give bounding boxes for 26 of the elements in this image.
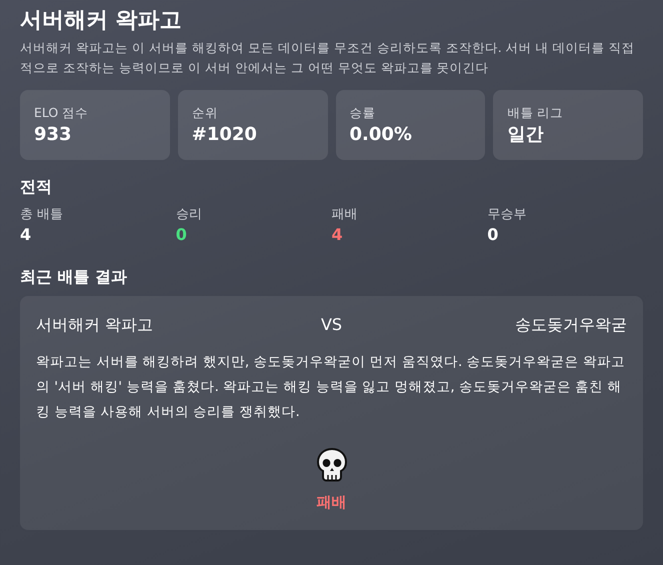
- stat-label: ELO 점수: [34, 104, 90, 122]
- page-title: 서버해커 왁파고: [20, 7, 183, 35]
- stat-label: 배틀 리그: [507, 104, 564, 122]
- skull-icon: [316, 447, 348, 483]
- stat-value: 0.00%: [350, 123, 413, 147]
- record-value: 4: [20, 224, 32, 246]
- record-label: 총 배틀: [20, 206, 64, 224]
- section-heading: 전적: [20, 176, 53, 198]
- stat-label: 승률: [350, 104, 376, 122]
- record-value: 4: [332, 224, 344, 246]
- result-label: 패배: [316, 492, 346, 513]
- stat-label: 순위: [192, 104, 219, 122]
- record-label: 무승부: [487, 206, 528, 224]
- battle-story: 왁파고는 서버를 해킹하려 했지만, 송도돚거우왁굳이 먼저 움직였다. 송도돚거우왁굳은 왁파고의 '서버 해킹' 능력을 훔쳤다. 왁파고는 해킹 능력을 잃고 멍해졌고, 송도돚거우왁굳은 훔친 해킹 능력을 사용해 서버의 승리를 쟁취했다.: [36, 353, 626, 422]
- description: 서버해커 왁파고는 이 서버를 해킹하여 모든 데이터를 무조건 승리하도록 조작한다. 서버 내 데이터를 직접적으로 조작하는 능력이므로 이 서버 안에서는 그 어떤 무엇도 왁파고를 못이긴다: [20, 39, 636, 77]
- stat-value: 933: [34, 123, 73, 147]
- record-label: 승리: [176, 206, 203, 224]
- player-name: 서버해커 왁파고: [36, 314, 154, 336]
- opponent-name: 송도돚거우왁굳: [514, 314, 628, 336]
- versus-label: VS: [320, 314, 342, 336]
- section-heading: 최근 배틀 결과: [20, 266, 128, 288]
- stat-value: 일간: [507, 123, 544, 147]
- record-value: 0: [176, 224, 188, 246]
- record-label: 패배: [332, 206, 358, 224]
- stat-value: #1020: [192, 123, 258, 147]
- record-value: 0: [487, 224, 500, 246]
